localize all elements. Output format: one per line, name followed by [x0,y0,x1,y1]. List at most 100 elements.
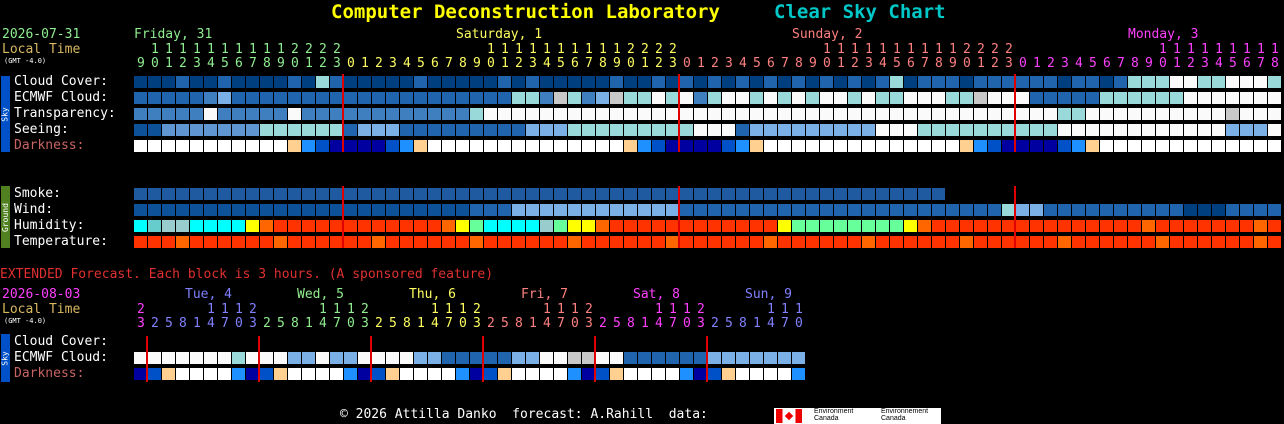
forecast-cell [512,76,525,88]
forecast-cell [582,92,595,104]
forecast-cell [694,220,707,232]
forecast-cell [946,124,959,136]
forecast-cell [638,92,651,104]
forecast-cell [288,76,301,88]
hour-ones-digit: 9 [137,56,145,71]
forecast-cell [554,76,567,88]
forecast-cell [848,140,861,152]
ext-hour-ones-digit: 3 [249,316,257,331]
forecast-cell [148,140,161,152]
hour-tens-digit: 2 [991,42,999,57]
forecast-cell [1030,220,1043,232]
forecast-cell [134,236,147,248]
forecast-cell [148,124,161,136]
ext-hour-tens-digit: 1 [795,302,803,317]
forecast-cell [946,76,959,88]
forecast-cell [764,220,777,232]
forecast-cell [484,76,497,88]
hour-ones-digit: 0 [683,56,691,71]
forecast-cell [862,76,875,88]
forecast-cell [708,140,721,152]
forecast-cell [904,108,917,120]
forecast-cell [134,92,147,104]
extended-cell [610,352,623,364]
forecast-cell [638,124,651,136]
ext-hour-tens-digit: 1 [207,302,215,317]
forecast-cell [344,140,357,152]
extended-cell [260,352,273,364]
forecast-cell [694,140,707,152]
forecast-cell [862,188,875,200]
forecast-cell [260,220,273,232]
forecast-cell [1254,124,1267,136]
forecast-cell [582,236,595,248]
forecast-cell [1044,124,1057,136]
extended-banner: EXTENDED Forecast. Each block is 3 hours… [0,267,494,282]
hour-tens-digit: 1 [613,42,621,57]
extended-cell [680,368,693,380]
forecast-cell [246,188,259,200]
forecast-cell [1184,220,1197,232]
forecast-cell [1086,76,1099,88]
forecast-cell [1170,76,1183,88]
forecast-cell [414,124,427,136]
forecast-cell [218,188,231,200]
extended-cell [512,352,525,364]
forecast-cell [792,204,805,216]
ext-hour-ones-digit: 5 [725,316,733,331]
hour-ones-digit: 1 [165,56,173,71]
extended-cell [148,352,161,364]
hour-ones-digit: 1 [977,56,985,71]
extended-cell [260,368,273,380]
forecast-cell [708,220,721,232]
forecast-cell [414,204,427,216]
forecast-cell [1240,108,1253,120]
ext-hour-ones-digit: 3 [361,316,369,331]
hour-tens-digit: 1 [1271,42,1279,57]
ext-hour-ones-digit: 7 [669,316,677,331]
forecast-cell [1030,204,1043,216]
site-title: Computer Deconstruction Laboratory [331,1,720,23]
midnight-line [146,336,148,382]
forecast-cell [232,236,245,248]
forecast-cell [1086,140,1099,152]
ext-hour-ones-digit: 1 [529,316,537,331]
extended-cell [176,352,189,364]
midnight-line [342,74,344,152]
hour-tens-digit: 1 [585,42,593,57]
extended-cell [176,368,189,380]
forecast-cell [526,76,539,88]
hour-tens-digit: 2 [319,42,327,57]
forecast-cell [498,124,511,136]
forecast-cell [190,76,203,88]
extended-cell [750,352,763,364]
forecast-cell [386,236,399,248]
ext-hour-ones-digit: 1 [193,316,201,331]
forecast-cell [918,76,931,88]
forecast-cell [288,236,301,248]
forecast-cell [1268,76,1281,88]
forecast-cell [820,124,833,136]
extended-cell [624,368,637,380]
forecast-cell [568,92,581,104]
forecast-cell [1142,76,1155,88]
forecast-cell [750,124,763,136]
forecast-cell [162,140,175,152]
forecast-cell [918,108,931,120]
extended-cell [428,352,441,364]
forecast-cell [400,220,413,232]
forecast-cell [540,108,553,120]
forecast-cell [204,140,217,152]
forecast-cell [932,124,945,136]
forecast-cell [596,204,609,216]
forecast-cell [750,92,763,104]
environment-canada-logo[interactable]: Environment Canada Environnement Canada [774,408,941,424]
hour-ones-digit: 8 [1271,56,1279,71]
forecast-cell [862,220,875,232]
forecast-cell [344,188,357,200]
forecast-cell [372,124,385,136]
ext-hour-tens-digit: 1 [319,302,327,317]
hour-tens-digit: 2 [305,42,313,57]
forecast-cell [848,204,861,216]
forecast-cell [974,204,987,216]
